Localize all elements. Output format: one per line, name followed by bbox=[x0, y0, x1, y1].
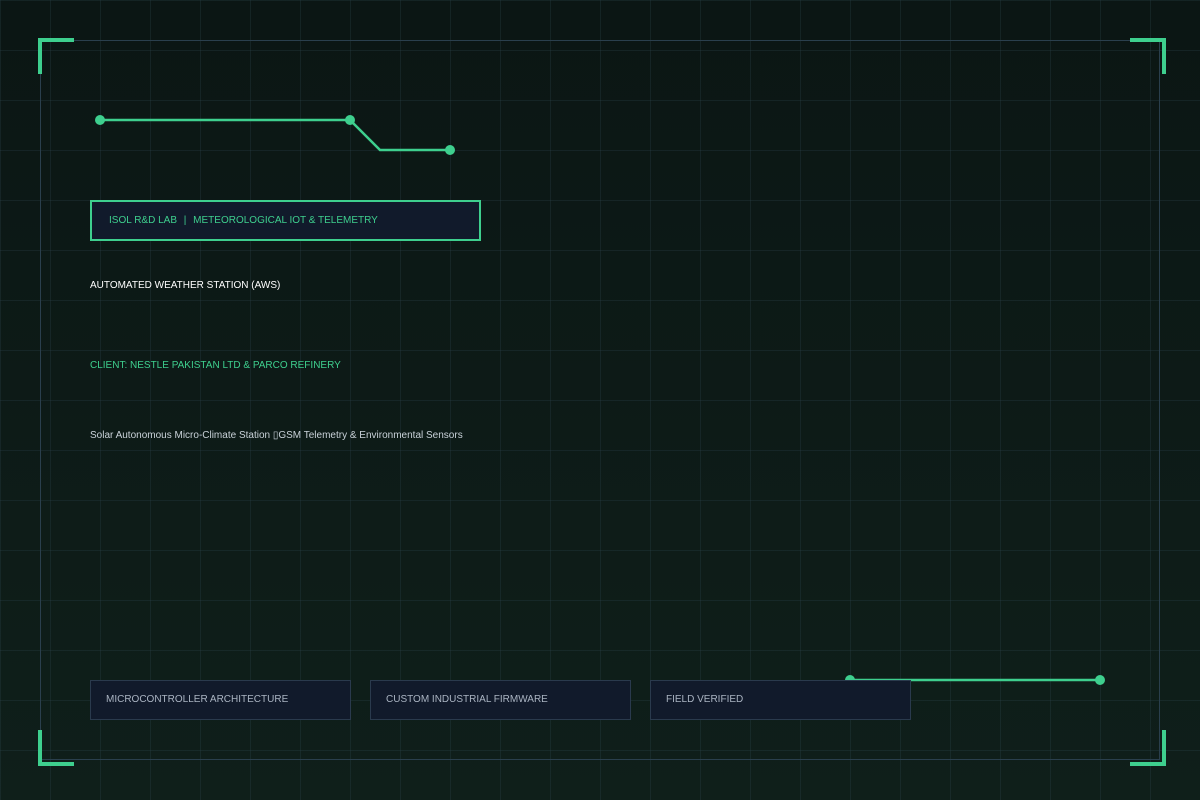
client-line: CLIENT: NESTLE PAKISTAN LTD & PARCO REFI… bbox=[90, 360, 341, 371]
lab-division: METEOROLOGICAL IOT & TELEMETRY bbox=[193, 215, 378, 226]
tag-field-verified: FIELD VERIFIED bbox=[650, 680, 911, 720]
trace-node bbox=[1095, 675, 1105, 685]
tag-microcontroller-architecture: MICROCONTROLLER ARCHITECTURE bbox=[90, 680, 351, 720]
subtitle: Solar Autonomous Micro-Climate Station ▯… bbox=[90, 430, 463, 441]
circuit-trace-top bbox=[95, 115, 455, 155]
lab-name: ISOL R&D LAB bbox=[109, 215, 177, 226]
trace-node bbox=[95, 115, 105, 125]
trace-node bbox=[445, 145, 455, 155]
trace-node bbox=[345, 115, 355, 125]
tag-custom-industrial-firmware: CUSTOM INDUSTRIAL FIRMWARE bbox=[370, 680, 631, 720]
lab-badge: ISOL R&D LAB | METEOROLOGICAL IOT & TELE… bbox=[90, 200, 481, 241]
page-title: AUTOMATED WEATHER STATION (AWS) bbox=[90, 280, 281, 291]
badge-separator: | bbox=[183, 215, 187, 226]
